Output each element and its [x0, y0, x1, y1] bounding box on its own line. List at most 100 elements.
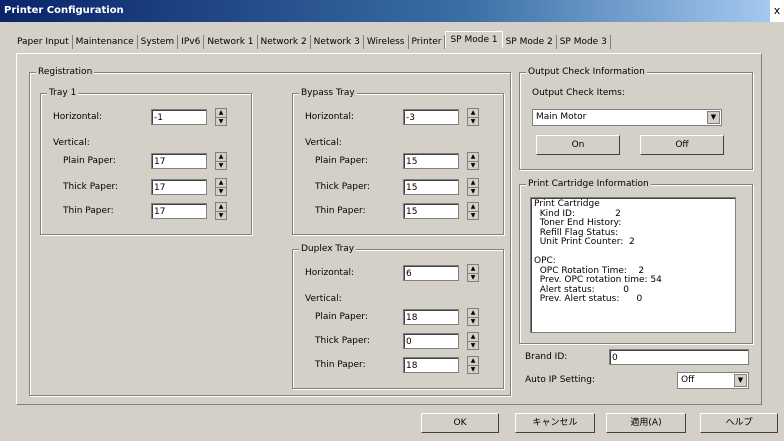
spin-down-icon[interactable]: ▼: [468, 366, 478, 374]
dropdown-arrow-icon[interactable]: ▼: [734, 374, 747, 387]
registration-group-label: Registration: [36, 67, 95, 77]
duplex-tray-group: Duplex Tray Horizontal: 6 ▲ ▼ Vertical: P…: [292, 244, 504, 389]
tab-paper-input[interactable]: Paper Input: [14, 35, 73, 49]
bypass-thin-label: Thin Paper:: [315, 206, 366, 216]
tray1-vertical-label: Vertical:: [53, 138, 90, 148]
duplex-thin-field[interactable]: 18: [403, 357, 459, 373]
spin-up-icon[interactable]: ▲: [216, 109, 226, 118]
close-icon[interactable]: x: [770, 0, 784, 22]
spin-down-icon[interactable]: ▼: [468, 118, 478, 126]
tab-sp-mode-1[interactable]: SP Mode 1: [445, 31, 503, 48]
output-check-selected-value: Main Motor: [536, 112, 587, 122]
tray1-thick-label: Thick Paper:: [63, 182, 119, 192]
spin-down-icon[interactable]: ▼: [468, 188, 478, 196]
off-button[interactable]: Off: [640, 135, 724, 155]
tab-panel-sp-mode-1: Registration Tray 1 Horizontal: -1 ▲ ▼ Ve…: [16, 53, 762, 405]
tray1-plain-field[interactable]: 17: [151, 153, 207, 169]
tray1-thick-spinner[interactable]: ▲ ▼: [215, 178, 227, 196]
duplex-tray-group-label: Duplex Tray: [299, 244, 357, 254]
tab-system[interactable]: System: [138, 35, 179, 49]
tab-ipv6[interactable]: IPv6: [178, 35, 205, 49]
bypass-thick-spinner[interactable]: ▲ ▼: [467, 178, 479, 196]
tab-sp-mode-2[interactable]: SP Mode 2: [503, 35, 557, 49]
title-bar: Printer Configuration: [0, 0, 774, 22]
spin-down-icon[interactable]: ▼: [468, 274, 478, 282]
tab-maintenance[interactable]: Maintenance: [73, 35, 138, 49]
duplex-horizontal-spinner[interactable]: ▲ ▼: [467, 264, 479, 282]
bypass-tray-group-label: Bypass Tray: [299, 88, 357, 98]
output-check-group: Output Check Information Output Check It…: [519, 67, 753, 170]
cartridge-info-textarea[interactable]: Print Cartridge Kind ID: 2 Toner End His…: [530, 197, 736, 333]
bypass-thin-spinner[interactable]: ▲ ▼: [467, 202, 479, 220]
duplex-horizontal-field[interactable]: 6: [403, 265, 459, 281]
auto-ip-selected-value: Off: [681, 375, 695, 385]
tray1-thick-field[interactable]: 17: [151, 179, 207, 195]
spin-down-icon[interactable]: ▼: [468, 162, 478, 170]
on-button[interactable]: On: [536, 135, 620, 155]
spin-up-icon[interactable]: ▲: [468, 333, 478, 342]
spin-up-icon[interactable]: ▲: [468, 265, 478, 274]
tab-network-1[interactable]: Network 1: [204, 35, 258, 49]
spin-down-icon[interactable]: ▼: [216, 212, 226, 220]
spin-up-icon[interactable]: ▲: [216, 179, 226, 188]
duplex-plain-field[interactable]: 18: [403, 309, 459, 325]
spin-up-icon[interactable]: ▲: [468, 309, 478, 318]
bypass-horizontal-spinner[interactable]: ▲ ▼: [467, 108, 479, 126]
bypass-thick-field[interactable]: 15: [403, 179, 459, 195]
duplex-thick-spinner[interactable]: ▲ ▼: [467, 332, 479, 350]
bypass-plain-field[interactable]: 15: [403, 153, 459, 169]
tray1-thin-spinner[interactable]: ▲ ▼: [215, 202, 227, 220]
spin-down-icon[interactable]: ▼: [468, 318, 478, 326]
duplex-plain-spinner[interactable]: ▲ ▼: [467, 308, 479, 326]
tray1-group-label: Tray 1: [47, 88, 79, 98]
spin-down-icon[interactable]: ▼: [216, 162, 226, 170]
tab-strip: Paper Input Maintenance System IPv6 Network …: [14, 31, 611, 51]
duplex-thick-field[interactable]: 0: [403, 333, 459, 349]
spin-down-icon[interactable]: ▼: [216, 118, 226, 126]
spin-up-icon[interactable]: ▲: [468, 153, 478, 162]
bypass-horizontal-field[interactable]: -3: [403, 109, 459, 125]
spin-down-icon[interactable]: ▼: [468, 212, 478, 220]
spin-up-icon[interactable]: ▲: [468, 109, 478, 118]
apply-button[interactable]: 適用(A): [606, 413, 686, 433]
spin-down-icon[interactable]: ▼: [468, 342, 478, 350]
duplex-thin-label: Thin Paper:: [315, 360, 366, 370]
dropdown-arrow-icon[interactable]: ▼: [707, 111, 720, 124]
bypass-plain-label: Plain Paper:: [315, 156, 368, 166]
output-check-items-select[interactable]: Main Motor ▼: [532, 109, 722, 126]
spin-up-icon[interactable]: ▲: [468, 203, 478, 212]
brand-id-field[interactable]: 0: [609, 349, 749, 365]
tray1-plain-label: Plain Paper:: [63, 156, 116, 166]
tab-sp-mode-3[interactable]: SP Mode 3: [557, 35, 611, 49]
tray1-horizontal-field[interactable]: -1: [151, 109, 207, 125]
brand-id-label: Brand ID:: [525, 352, 568, 362]
printer-config-window: Printer Configuration x Paper Input Maint…: [0, 0, 784, 441]
bypass-plain-spinner[interactable]: ▲ ▼: [467, 152, 479, 170]
tab-network-3[interactable]: Network 3: [311, 35, 364, 49]
spin-up-icon[interactable]: ▲: [216, 203, 226, 212]
bypass-thin-field[interactable]: 15: [403, 203, 459, 219]
cartridge-info-group: Print Cartridge Information Print Cartri…: [519, 179, 753, 344]
ok-button[interactable]: OK: [421, 413, 499, 433]
tray1-horizontal-spinner[interactable]: ▲ ▼: [215, 108, 227, 126]
bypass-thick-label: Thick Paper:: [315, 182, 371, 192]
duplex-thick-label: Thick Paper:: [315, 336, 371, 346]
tray1-thin-field[interactable]: 17: [151, 203, 207, 219]
tray1-plain-spinner[interactable]: ▲ ▼: [215, 152, 227, 170]
help-button[interactable]: ヘルプ: [700, 413, 778, 433]
spin-up-icon[interactable]: ▲: [216, 153, 226, 162]
bypass-vertical-label: Vertical:: [305, 138, 342, 148]
tab-network-2[interactable]: Network 2: [258, 35, 311, 49]
auto-ip-select[interactable]: Off ▼: [677, 372, 749, 389]
tab-wireless[interactable]: Wireless: [364, 35, 409, 49]
duplex-horizontal-label: Horizontal:: [305, 268, 354, 278]
spin-up-icon[interactable]: ▲: [468, 179, 478, 188]
spin-down-icon[interactable]: ▼: [216, 188, 226, 196]
spin-up-icon[interactable]: ▲: [468, 357, 478, 366]
tab-printer[interactable]: Printer: [409, 35, 446, 49]
duplex-plain-label: Plain Paper:: [315, 312, 368, 322]
bypass-tray-group: Bypass Tray Horizontal: -3 ▲ ▼ Vertical: …: [292, 88, 504, 235]
duplex-thin-spinner[interactable]: ▲ ▼: [467, 356, 479, 374]
cancel-button[interactable]: キャンセル: [515, 413, 595, 433]
tray1-thin-label: Thin Paper:: [63, 206, 114, 216]
